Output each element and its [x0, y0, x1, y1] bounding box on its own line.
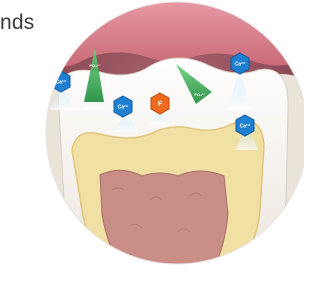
calcium-ion: Ca²⁺	[230, 52, 250, 75]
calcium-ion: Ca²⁺	[51, 70, 71, 93]
calcium-ion-label: Ca²⁺	[240, 123, 251, 129]
fluoride-ion-label: F	[158, 101, 163, 108]
calcium-ion: Ca²⁺	[235, 114, 255, 137]
phosphate-ion-label: PO₄³⁻	[89, 63, 100, 68]
calcium-ion-label: Ca²⁺	[118, 104, 129, 110]
tooth-remineralization-illustration: PO₄³⁻ PO₄³⁻ Ca²⁺ Ca²⁺ Ca²⁺ Ca²⁺ F	[45, 1, 304, 265]
phosphate-ion-label: PO₄³⁻	[194, 92, 205, 97]
tooth-pulp	[99, 169, 229, 264]
calcium-ion-label: Ca²⁺	[235, 61, 246, 67]
fluoride-ion: F	[150, 92, 170, 115]
calcium-ion: Ca²⁺	[113, 95, 133, 118]
